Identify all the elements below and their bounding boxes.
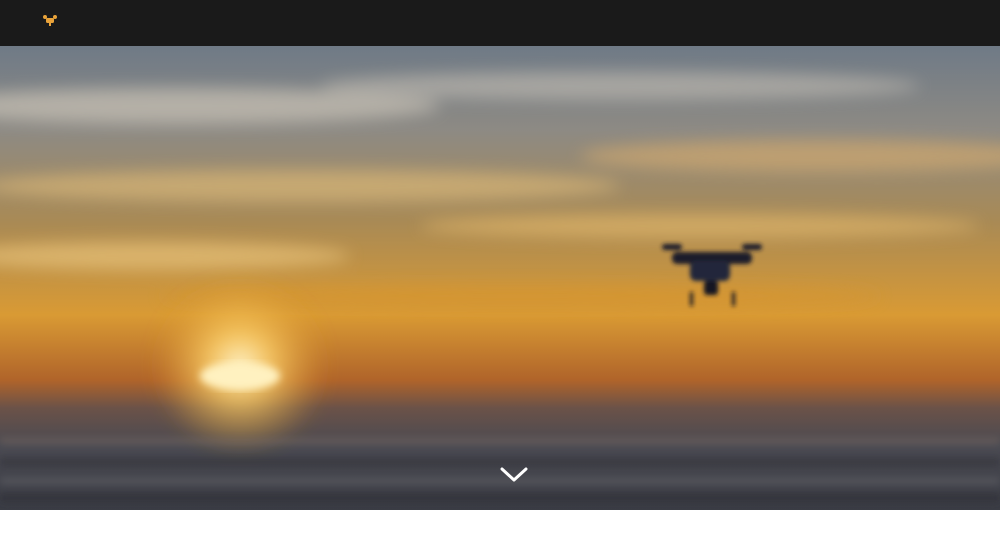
main-nav xyxy=(770,0,956,46)
content-section xyxy=(0,510,1000,552)
brand-logo[interactable] xyxy=(42,13,64,29)
chevron-down-icon[interactable] xyxy=(499,466,529,484)
drone-logo-icon xyxy=(43,15,57,26)
sunset-sea-background xyxy=(0,46,1000,510)
hero-banner xyxy=(0,46,1000,510)
top-navigation-bar xyxy=(0,0,1000,46)
